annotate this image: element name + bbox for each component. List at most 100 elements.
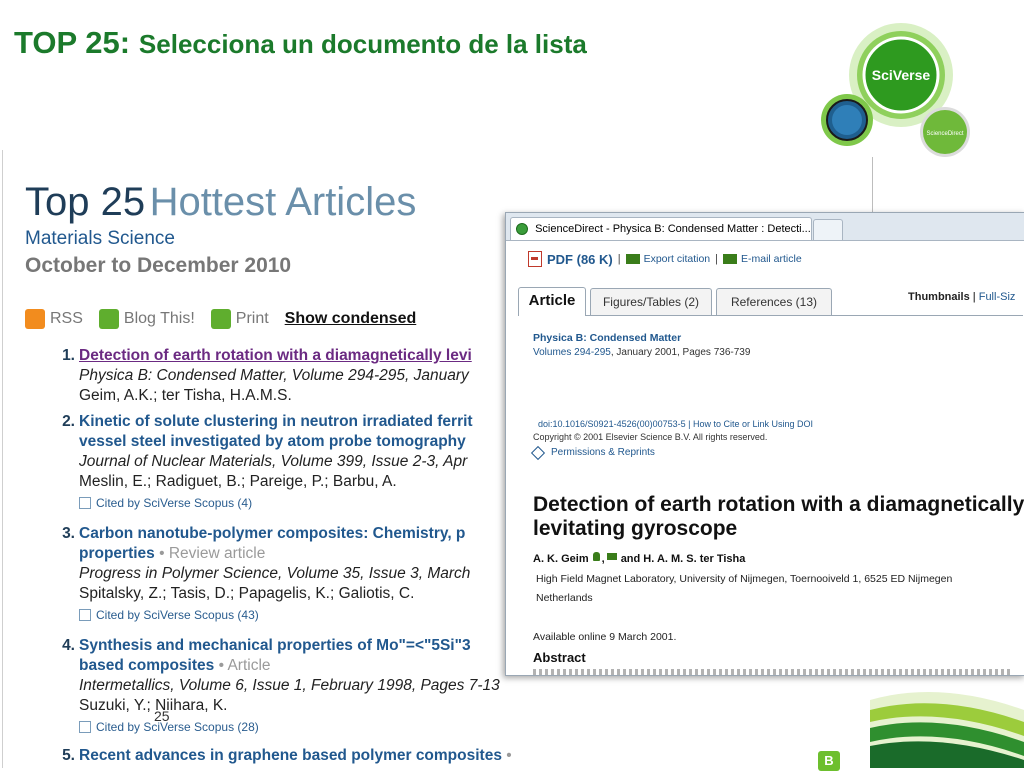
cited-by-link[interactable]: Cited by SciVerse Scopus (28) [79,717,513,737]
thumbnails-toggle[interactable]: Thumbnails | Full-Siz [908,291,1015,303]
author-name[interactable]: A. K. Geim [533,553,589,565]
article-actions: PDF (86 K) | Export citation | E-mail ar… [528,251,802,267]
article-title-link[interactable]: Synthesis and mechanical properties of M… [79,636,513,656]
print-link[interactable]: Print [236,310,269,328]
article-journal: Journal of Nuclear Materials, Volume 399… [79,453,468,470]
export-icon [625,254,640,264]
copyright-text: Copyright © 2001 Elsevier Science B.V. A… [533,432,768,442]
article-number: 4. [62,637,75,654]
article-number: 5. [62,747,75,764]
article-title-link[interactable]: Kinetic of solute clustering in neutron … [79,412,513,432]
slide-title: TOP 25: Selecciona un documento de la li… [14,24,587,61]
volume-info: Volumes 294-295, January 2001, Pages 736… [533,347,750,358]
logo-text-sciencedirect: ScienceDirect [926,131,963,137]
new-tab-button[interactable] [813,219,843,240]
browser-tab-title: ScienceDirect - Physica B: Condensed Mat… [535,223,811,235]
sciverse-logo: SciVerse ScienceDirect [821,23,970,157]
cited-by-link[interactable]: Cited by SciVerse Scopus (43) [79,605,513,625]
mail-icon[interactable] [606,553,617,560]
article-authors: Meslin, E.; Radiguet, B.; Pareige, P.; B… [79,473,397,490]
thumbnails-label[interactable]: Thumbnails [908,291,970,303]
pdf-icon [528,251,542,267]
doi-link[interactable]: doi:10.1016/S0921-4526(00)00753-5 | How … [538,419,813,429]
decorative-swoosh [870,692,1024,768]
blog-icon[interactable] [98,309,119,329]
slide-title-main: TOP 25: [14,25,131,60]
slide-title-sub: Selecciona un documento de la lista [138,29,587,59]
affiliation-country: Netherlands [536,592,593,604]
article-type: • Article [218,657,271,674]
logo-text-sciverse: SciVerse [872,67,931,83]
article-number: 2. [62,413,75,430]
article-number: 1. [62,347,75,364]
subject-area: Materials Science [25,228,175,249]
blog-this-link[interactable]: Blog This! [124,310,195,328]
pdf-download-link[interactable]: PDF (86 K) [547,252,613,267]
browser-tab[interactable]: ScienceDirect - Physica B: Condensed Mat… [510,217,812,240]
article-type: • Review article [159,545,266,562]
cited-by-label: Cited by SciVerse Scopus (28) [96,720,259,734]
article-tabs: Article Figures/Tables (2) References (1… [518,285,1023,316]
period-label: October to December 2010 [25,254,292,277]
article-authors: Geim, A.K.; ter Tisha, H.A.M.S. [79,387,292,404]
article-authors: Suzuki, Y.; Niihara, K. [79,697,228,714]
cited-by-label: Cited by SciVerse Scopus (4) [96,496,253,510]
truncated-text [533,669,1013,675]
article-title: Detection of earth rotation with a diama… [533,493,1024,541]
arrow-box-icon [79,721,91,733]
article-type: • Review article [506,747,513,764]
export-citation-link[interactable]: Export citation [644,253,711,265]
site-favicon-icon [516,223,528,236]
browser-tab-bar: ScienceDirect - Physica B: Condensed Mat… [506,213,1024,241]
affiliation: High Field Magnet Laboratory, University… [536,573,953,585]
separator: | [617,253,621,265]
article-journal: Progress in Polymer Science, Volume 35, … [79,565,471,582]
top25-heading: Top 25 Hottest Articles [25,180,416,225]
author-name[interactable]: and H. A. M. S. ter Tisha [621,553,746,565]
article-authors: Spitalsky, Z.; Tasis, D.; Papagelis, K.;… [79,585,415,602]
article-title-link-line2[interactable]: based composites [79,657,214,674]
tab-references[interactable]: References (13) [716,288,832,315]
print-icon[interactable] [210,309,231,329]
article-title-link[interactable]: Recent advances in graphene based polyme… [79,747,502,764]
heading-hottest: Hottest Articles [149,180,417,224]
slide-page-number: 25 [154,708,170,724]
diamond-arrow-icon [530,445,546,460]
article-title-link-line2[interactable]: properties [79,545,155,562]
rss-icon[interactable] [25,309,45,329]
sciencedirect-window: ScienceDirect - Physica B: Condensed Mat… [505,212,1024,676]
article-title-link[interactable]: Detection of earth rotation with a diama… [79,346,513,366]
journal-link[interactable]: Physica B: Condensed Matter [533,332,681,344]
author-list: A. K. Geim , and H. A. M. S. ter Tisha [533,552,746,565]
show-condensed-link[interactable]: Show condensed [285,310,417,328]
top25-toolbar: RSS Blog This! Print Show condensed [25,307,416,331]
heading-top25: Top 25 [25,180,146,224]
person-icon[interactable] [592,552,600,561]
abstract-heading: Abstract [533,650,586,665]
tab-article[interactable]: Article [518,287,586,316]
article-journal: Physica B: Condensed Matter, Volume 294-… [79,367,469,384]
article-number: 3. [62,525,75,542]
arrow-box-icon [79,497,91,509]
top25-panel: Top 25 Hottest Articles Materials Scienc… [2,150,513,768]
email-article-link[interactable]: E-mail article [741,253,802,265]
cited-by-link[interactable]: Cited by SciVerse Scopus (4) [79,493,513,513]
email-icon [723,254,737,264]
separator: | [715,253,718,265]
volume-details: , January 2001, Pages 736-739 [610,347,751,358]
article-title-link[interactable]: Carbon nanotube-polymer composites: Chem… [79,524,513,544]
permissions-link[interactable]: Permissions & Reprints [530,445,655,460]
article-title-line1: Detection of earth rotation with a diama… [533,493,1024,516]
cited-by-label: Cited by SciVerse Scopus (43) [96,608,259,622]
arrow-box-icon [79,609,91,621]
rss-link[interactable]: RSS [50,310,83,328]
volume-link[interactable]: Volumes 294-295 [533,347,611,358]
available-online-date: Available online 9 March 2001. [533,631,677,643]
article-journal: Intermetallics, Volume 6, Issue 1, Febru… [79,677,500,694]
tab-figures-tables[interactable]: Figures/Tables (2) [590,288,712,315]
article-title-line2: levitating gyroscope [533,517,738,540]
permissions-label: Permissions & Reprints [551,447,655,458]
article-title-link-line2[interactable]: vessel steel investigated by atom probe … [79,432,513,452]
blog-badge-icon[interactable]: B [818,751,840,771]
fullsize-link[interactable]: Full-Siz [979,291,1016,303]
